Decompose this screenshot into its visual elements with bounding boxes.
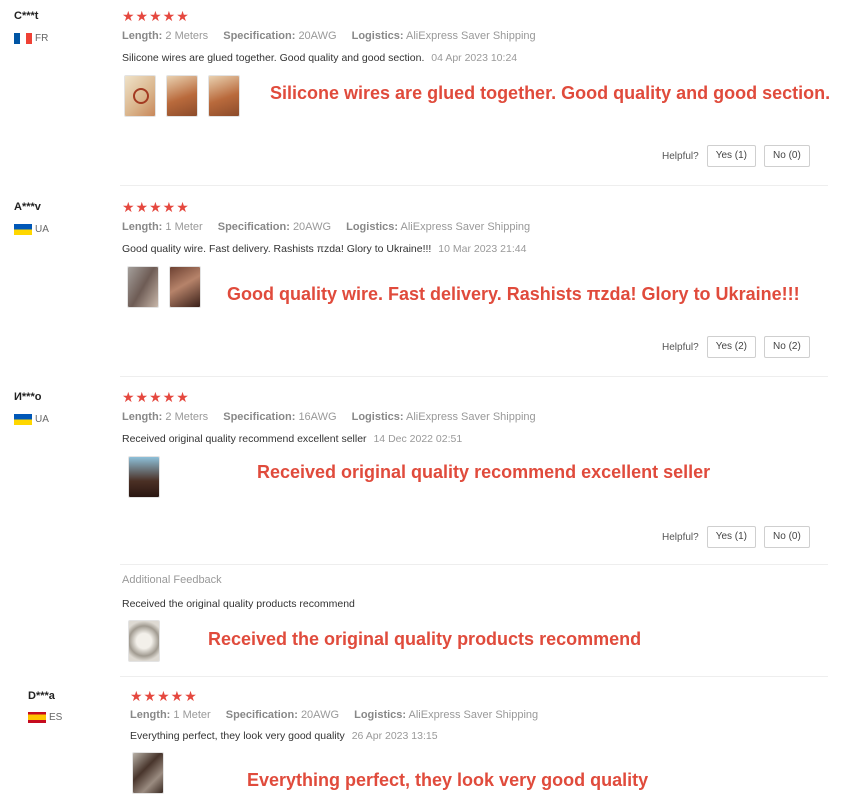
review-photo[interactable]	[208, 75, 240, 117]
star-rating: ★★★★★	[122, 8, 190, 24]
review-photo[interactable]	[169, 266, 201, 308]
helpful-label: Helpful?	[662, 341, 699, 353]
review-photo[interactable]	[127, 266, 159, 308]
review-text: Everything perfect, they look very good …	[130, 730, 345, 742]
additional-feedback-title: Additional Feedback	[122, 574, 222, 586]
flag-es-icon	[28, 712, 46, 723]
specification-label: Specification:	[217, 221, 290, 233]
review-photos	[132, 752, 164, 794]
review-date: 10 Mar 2023 21:44	[438, 243, 527, 255]
reviewer-country: UA	[14, 224, 49, 235]
review-meta: Length: 2 Meters Specification: 20AWG Lo…	[122, 30, 548, 42]
reviewer-name: D***a	[28, 690, 55, 702]
review-text-line: Everything perfect, they look very good …	[130, 730, 438, 742]
reviewer-country: FR	[14, 33, 48, 44]
helpful-bar: Helpful? Yes (1) No (0)	[662, 526, 810, 548]
review-date: 14 Dec 2022 02:51	[373, 433, 463, 445]
helpful-yes-button[interactable]: Yes (1)	[706, 526, 757, 548]
review-photos	[128, 456, 160, 498]
length-label: Length:	[122, 221, 163, 233]
review-meta: Length: 1 Meter Specification: 20AWG Log…	[122, 221, 542, 233]
review-photo[interactable]	[124, 75, 156, 117]
star-rating: ★★★★★	[122, 199, 190, 215]
length-value: 1 Meter	[173, 709, 211, 721]
reviewer-name: A***v	[14, 201, 41, 213]
helpful-no-button[interactable]: No (0)	[764, 526, 810, 548]
reviewer-name: И***o	[14, 391, 42, 403]
review-photos	[124, 75, 240, 117]
helpful-no-button[interactable]: No (2)	[764, 336, 810, 358]
length-label: Length:	[130, 709, 171, 721]
length-label: Length:	[122, 30, 163, 42]
review-meta: Length: 2 Meters Specification: 16AWG Lo…	[122, 411, 548, 423]
review-photo[interactable]	[128, 456, 160, 498]
divider	[120, 376, 828, 377]
review-text: Silicone wires are glued together. Good …	[122, 52, 425, 64]
logistics-label: Logistics:	[346, 221, 399, 233]
review-photos	[127, 266, 201, 308]
divider	[120, 185, 828, 186]
review-text: Received original quality recommend exce…	[122, 433, 367, 445]
logistics-value: AliExpress Saver Shipping	[400, 221, 531, 233]
review-text-line: Good quality wire. Fast delivery. Rashis…	[122, 243, 526, 255]
reviewer-country: ES	[28, 712, 62, 723]
length-value: 2 Meters	[165, 411, 209, 423]
country-code: FR	[35, 33, 49, 44]
reviewer-name: C***t	[14, 10, 39, 22]
length-value: 2 Meters	[165, 30, 209, 42]
helpful-bar: Helpful? Yes (1) No (0)	[662, 145, 810, 167]
wire-coil-icon	[133, 88, 149, 104]
star-rating: ★★★★★	[130, 688, 198, 704]
specification-value: 16AWG	[298, 411, 337, 423]
caption-overlay: Received the original quality products r…	[208, 629, 642, 649]
logistics-label: Logistics:	[354, 709, 407, 721]
specification-value: 20AWG	[292, 221, 332, 233]
review-photo[interactable]	[132, 752, 164, 794]
caption-overlay: Received original quality recommend exce…	[257, 462, 711, 482]
review-meta: Length: 1 Meter Specification: 20AWG Log…	[130, 709, 550, 721]
specification-value: 20AWG	[298, 30, 337, 42]
helpful-no-button[interactable]: No (0)	[764, 145, 810, 167]
star-rating: ★★★★★	[122, 389, 190, 405]
additional-feedback-text: Received the original quality products r…	[122, 598, 355, 610]
divider	[120, 564, 828, 565]
caption-overlay: Good quality wire. Fast delivery. Rashis…	[227, 284, 800, 304]
country-code: ES	[49, 712, 63, 723]
country-code: UA	[35, 224, 49, 235]
specification-value: 20AWG	[300, 709, 340, 721]
review-text-line: Received original quality recommend exce…	[122, 433, 462, 445]
helpful-label: Helpful?	[662, 150, 699, 162]
flag-ua-icon	[14, 224, 32, 235]
helpful-bar: Helpful? Yes (2) No (2)	[662, 336, 810, 358]
helpful-yes-button[interactable]: Yes (1)	[706, 145, 757, 167]
flag-fr-icon	[14, 33, 32, 44]
additional-photos	[128, 620, 160, 662]
logistics-label: Logistics:	[351, 411, 404, 423]
length-label: Length:	[122, 411, 163, 423]
review-text-line: Silicone wires are glued together. Good …	[122, 52, 517, 64]
review-photo[interactable]	[128, 620, 160, 662]
review-photo[interactable]	[166, 75, 198, 117]
logistics-value: AliExpress Saver Shipping	[406, 30, 536, 42]
caption-overlay: Everything perfect, they look very good …	[247, 770, 649, 790]
review-date: 26 Apr 2023 13:15	[351, 730, 438, 742]
reviewer-country: UA	[14, 414, 49, 425]
specification-label: Specification:	[225, 709, 298, 721]
logistics-value: AliExpress Saver Shipping	[406, 411, 536, 423]
length-value: 1 Meter	[165, 221, 203, 233]
flag-ua-icon	[14, 414, 32, 425]
review-date: 04 Apr 2023 10:24	[431, 52, 518, 64]
divider	[120, 676, 828, 677]
caption-overlay: Silicone wires are glued together. Good …	[270, 83, 831, 103]
specification-label: Specification:	[223, 411, 296, 423]
review-text: Good quality wire. Fast delivery. Rashis…	[122, 243, 432, 255]
logistics-value: AliExpress Saver Shipping	[408, 709, 539, 721]
specification-label: Specification:	[223, 30, 296, 42]
logistics-label: Logistics:	[351, 30, 404, 42]
country-code: UA	[35, 414, 49, 425]
helpful-label: Helpful?	[662, 531, 699, 543]
helpful-yes-button[interactable]: Yes (2)	[706, 336, 757, 358]
